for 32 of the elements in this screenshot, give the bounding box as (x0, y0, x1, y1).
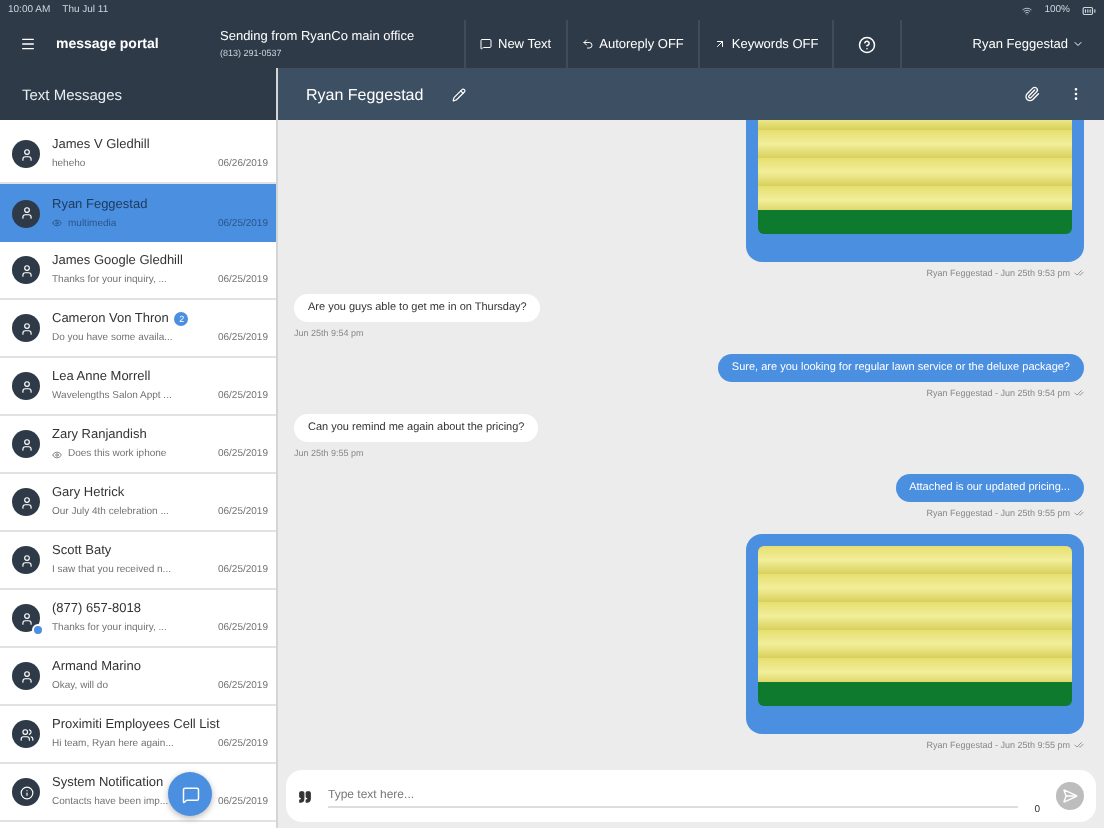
reply-arrow-icon (581, 38, 594, 50)
person-avatar-icon (12, 372, 40, 400)
diagonal-arrow-icon (713, 38, 726, 50)
person-avatar-icon (12, 546, 40, 574)
person-avatar-icon (12, 140, 40, 168)
double-check-icon (1074, 388, 1084, 398)
attach-icon[interactable] (1024, 86, 1040, 102)
person-avatar-icon (12, 256, 40, 284)
quote-icon[interactable] (298, 789, 312, 803)
group-avatar-icon (12, 720, 40, 748)
battery-icon (1082, 3, 1096, 17)
chevron-down-icon (1072, 38, 1084, 50)
chat-bubble-icon (181, 785, 199, 803)
contact-name: Ryan Feggestad (306, 85, 424, 103)
person-avatar-icon (12, 314, 40, 342)
double-check-icon (1074, 268, 1084, 278)
person-avatar-icon (12, 662, 40, 690)
send-icon (1062, 788, 1078, 804)
wifi-icon (1022, 5, 1033, 15)
eye-icon (52, 218, 62, 228)
person-avatar-icon (12, 199, 40, 227)
double-check-icon (1074, 740, 1084, 750)
chat-bubble-icon (480, 38, 492, 50)
menu-icon (20, 36, 36, 52)
eye-icon (52, 449, 62, 459)
double-check-icon (1074, 508, 1084, 518)
info-avatar-icon (12, 778, 40, 806)
help-icon (858, 35, 877, 53)
edit-icon[interactable] (451, 87, 466, 101)
person-avatar-icon (12, 604, 40, 632)
person-avatar-icon (12, 488, 40, 516)
person-avatar-icon (12, 430, 40, 458)
